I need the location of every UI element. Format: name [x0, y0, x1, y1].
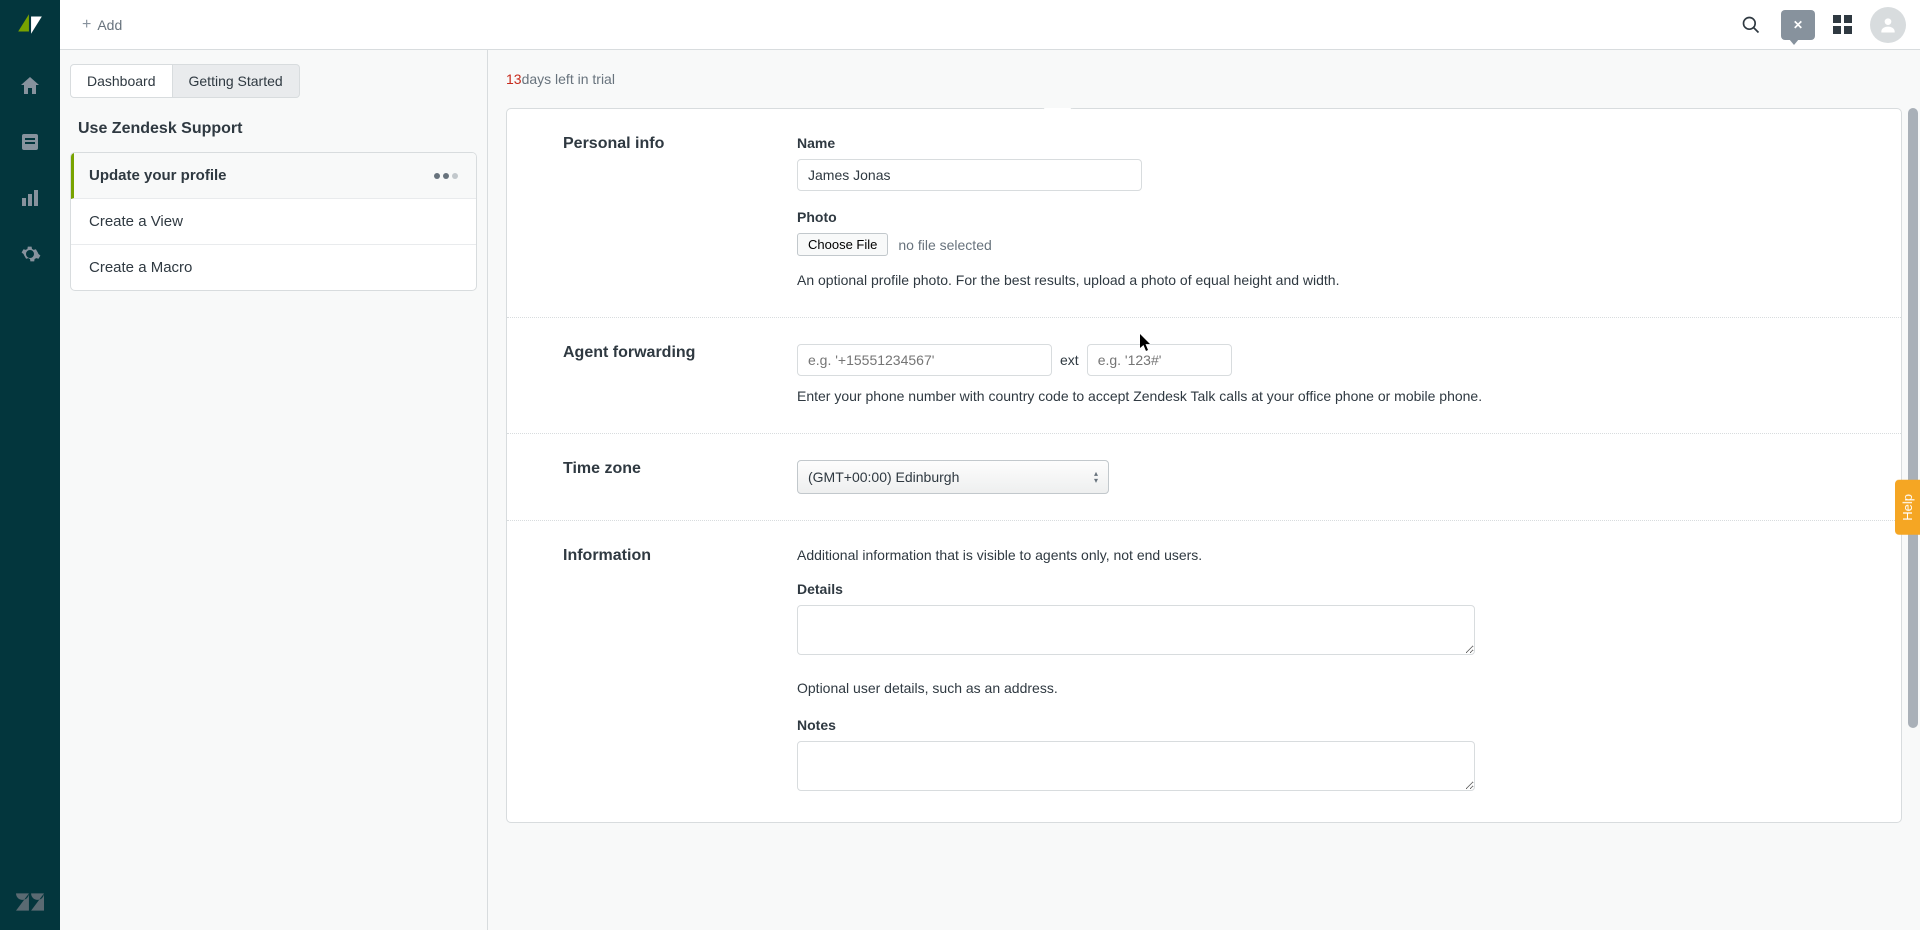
ext-label: ext	[1060, 352, 1079, 368]
timezone-value: (GMT+00:00) Edinburgh	[808, 469, 959, 485]
zendesk-logo-icon[interactable]	[16, 10, 44, 38]
details-help-text: Optional user details, such as an addres…	[797, 678, 1845, 699]
user-avatar[interactable]	[1870, 7, 1906, 43]
name-label: Name	[797, 135, 1845, 151]
progress-dots-icon	[434, 173, 458, 179]
content-area: 13 days left in trial Personal info Name	[488, 50, 1920, 930]
details-label: Details	[797, 581, 1845, 597]
step-list: Update your profile Create a View Create…	[70, 152, 477, 291]
notes-textarea[interactable]	[797, 741, 1475, 791]
step-update-profile[interactable]: Update your profile	[71, 153, 476, 199]
nav-views[interactable]	[0, 114, 60, 170]
step-label: Create a Macro	[89, 259, 192, 276]
section-timezone: Time zone	[563, 460, 797, 494]
tab-getting-started[interactable]: Getting Started	[173, 64, 300, 98]
scrollbar-thumb[interactable]	[1908, 108, 1918, 728]
photo-help-text: An optional profile photo. For the best …	[797, 270, 1845, 291]
add-button[interactable]: + Add	[74, 10, 130, 40]
step-label: Update your profile	[89, 167, 227, 184]
details-textarea[interactable]	[797, 605, 1475, 655]
profile-form-card: Personal info Name Photo Choose File	[506, 108, 1902, 823]
trial-text: days left in trial	[522, 71, 615, 87]
nav-admin[interactable]	[0, 226, 60, 282]
apps-grid-icon[interactable]	[1833, 15, 1852, 34]
section-information: Information	[563, 547, 797, 796]
phone-input[interactable]	[797, 344, 1052, 376]
file-status: no file selected	[898, 237, 991, 253]
step-create-macro[interactable]: Create a Macro	[71, 245, 476, 290]
search-icon[interactable]	[1739, 13, 1763, 37]
trial-days: 13	[506, 71, 522, 87]
nav-reporting[interactable]	[0, 170, 60, 226]
nav-rail	[0, 0, 60, 930]
ext-input[interactable]	[1087, 344, 1232, 376]
left-panel: Dashboard Getting Started Use Zendesk Su…	[60, 50, 488, 930]
notes-label: Notes	[797, 717, 1845, 733]
chat-notification-icon[interactable]: ✕	[1781, 10, 1815, 40]
zendesk-footer-icon[interactable]	[0, 874, 60, 930]
add-label: Add	[97, 17, 122, 33]
close-x-icon: ✕	[1793, 18, 1803, 32]
photo-label: Photo	[797, 209, 1845, 225]
topbar: + Add ✕	[60, 0, 1920, 50]
information-desc: Additional information that is visible t…	[797, 547, 1845, 563]
section-agent-forwarding: Agent forwarding	[563, 344, 797, 407]
name-input[interactable]	[797, 159, 1142, 191]
plus-icon: +	[82, 16, 91, 34]
step-create-view[interactable]: Create a View	[71, 199, 476, 245]
choose-file-button[interactable]: Choose File	[797, 233, 888, 256]
step-label: Create a View	[89, 213, 183, 230]
select-arrows-icon: ▴▾	[1094, 470, 1098, 484]
forwarding-help-text: Enter your phone number with country cod…	[797, 386, 1845, 407]
help-tab[interactable]: Help	[1895, 480, 1920, 535]
trial-bar: 13 days left in trial	[488, 50, 1920, 108]
section-personal-info: Personal info	[563, 135, 797, 291]
tab-dashboard[interactable]: Dashboard	[70, 64, 173, 98]
nav-home[interactable]	[0, 58, 60, 114]
timezone-select[interactable]: (GMT+00:00) Edinburgh ▴▾	[797, 460, 1109, 494]
section-title: Use Zendesk Support	[70, 116, 477, 152]
